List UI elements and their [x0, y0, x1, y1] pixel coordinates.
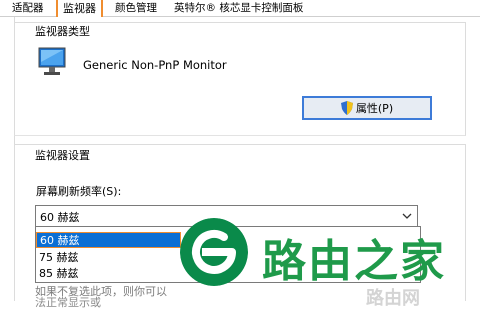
tab-strip: 适配器 颜色管理 英特尔® 核芯显卡控制面板 监视器: [0, 0, 480, 22]
properties-button[interactable]: 属性(P): [302, 96, 432, 120]
monitor-type-legend: 监视器类型: [32, 23, 93, 39]
monitor-settings-legend: 监视器设置: [32, 147, 93, 163]
refresh-rate-label: 屏幕刷新频率(S):: [36, 185, 122, 198]
watermark-faint-text: 路由网: [366, 288, 420, 309]
chevron-down-icon: [402, 213, 412, 219]
tab-intel-control-panel[interactable]: 英特尔® 核芯显卡控制面板: [174, 0, 303, 16]
hint-text-line2: 法正常显示或: [35, 296, 101, 309]
watermark-logo-icon: [180, 218, 248, 286]
monitor-name: Generic Non-PnP Monitor: [83, 58, 227, 72]
properties-button-label: 属性(P): [355, 102, 394, 115]
dropdown-option-60[interactable]: 60 赫兹: [36, 232, 181, 248]
watermark-text: 路由之家: [262, 236, 446, 287]
monitor-icon: [38, 47, 66, 75]
tab-adapter[interactable]: 适配器: [12, 0, 44, 16]
shield-icon: [340, 101, 353, 115]
refresh-rate-value: 60 赫兹: [40, 211, 80, 224]
tab-color-management[interactable]: 颜色管理: [115, 0, 157, 16]
